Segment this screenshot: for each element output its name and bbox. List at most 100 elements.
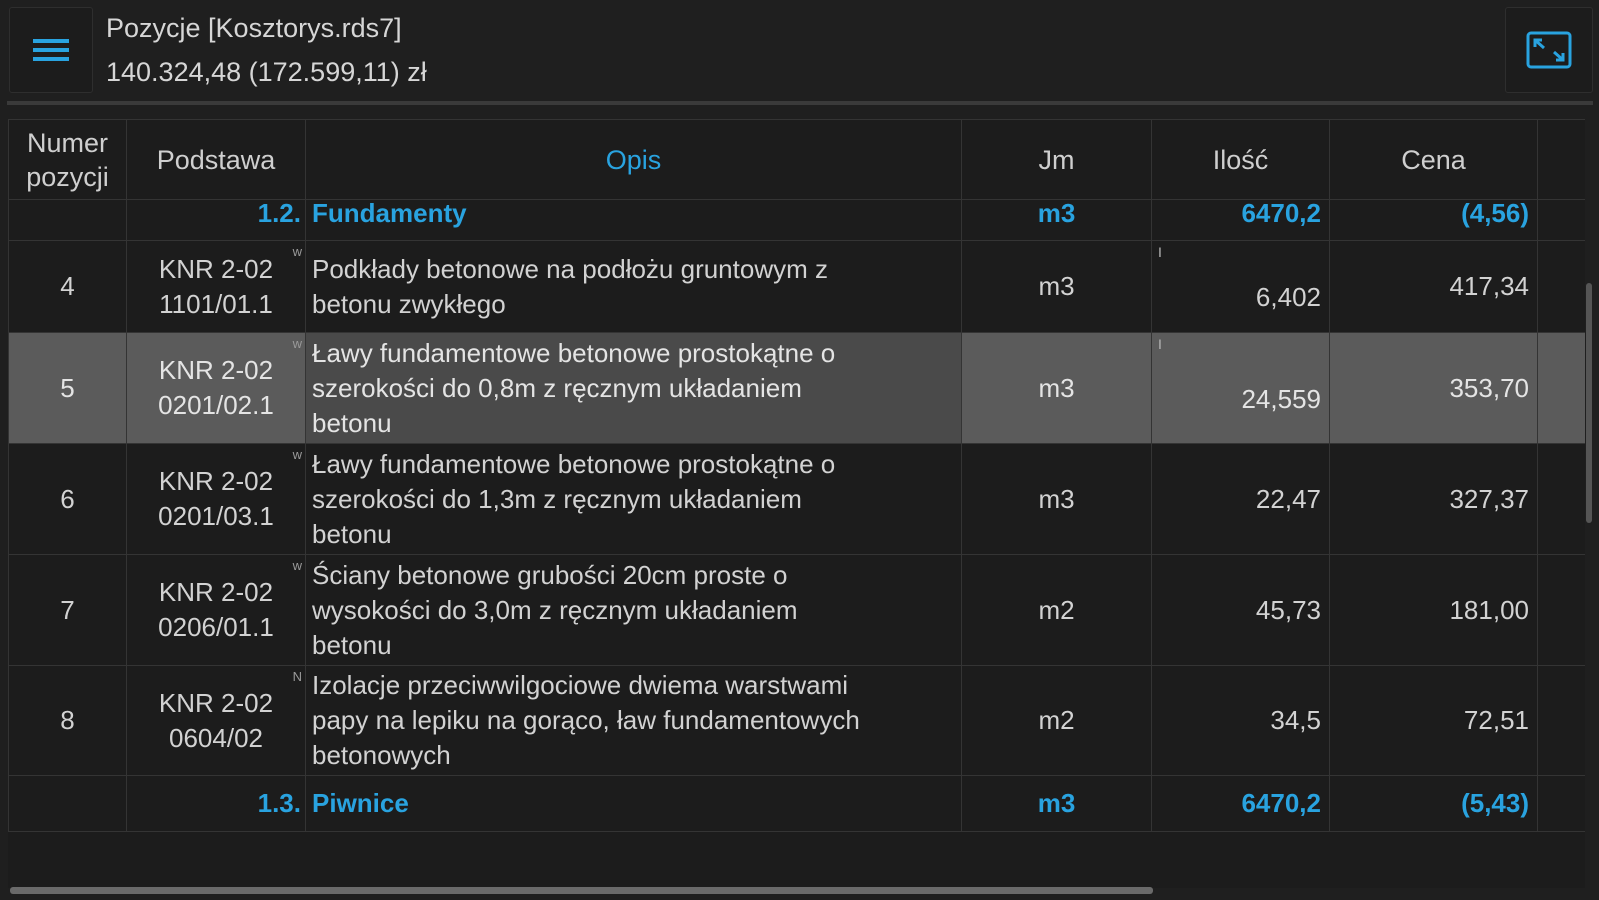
cell-description: Piwnice (305, 775, 962, 832)
cell-quantity: 34,5 (1151, 665, 1330, 776)
column-header-unit[interactable]: Jm (961, 119, 1152, 200)
cell-description: Podkłady betonowe na podłożu gruntowym z… (305, 240, 962, 333)
cell-number (8, 775, 127, 832)
base-line: KNR 2-02 (158, 253, 274, 284)
fullscreen-button[interactable] (1505, 7, 1593, 93)
base-line: 1101/01.1 (159, 288, 273, 319)
cell-price: 327,37 (1329, 443, 1538, 555)
fullscreen-icon (1526, 31, 1572, 69)
text-cursor-icon: I (1158, 336, 1162, 352)
text-cursor-icon: I (1158, 244, 1162, 260)
description-line: papy na lepiku na gorąco, ław fundamento… (312, 705, 860, 735)
cell-base: KNR 2-02 0201/03.1 w (126, 443, 306, 555)
position-type-tag: w (292, 244, 302, 259)
cell-number: 4 (8, 240, 127, 333)
cell-number: 8 (8, 665, 127, 776)
base-line: 0201/03.1 (158, 501, 274, 531)
base-line: 0201/02.1 (158, 390, 274, 420)
column-header-quantity[interactable]: Ilość (1151, 119, 1330, 200)
document-title: Pozycje [Kosztorys.rds7] (106, 13, 402, 43)
column-header-price[interactable]: Cena (1329, 119, 1538, 200)
position-type-tag: w (292, 336, 302, 351)
description-line: betonu (312, 407, 392, 438)
cell-base: KNR 2-02 0201/02.1 w (126, 332, 306, 444)
column-header-base[interactable]: Podstawa (126, 119, 306, 200)
cell-unit: m3 (961, 775, 1152, 832)
cell-quantity: 45,73 (1151, 554, 1330, 666)
description-line: betonu zwykłego (312, 288, 506, 319)
cell-unit: m3 (961, 240, 1152, 333)
cell-quantity: I 24,559 (1151, 332, 1330, 444)
table-row[interactable]: 6 KNR 2-02 0201/03.1 w Ławy fundamentowe bet… (8, 443, 1585, 555)
base-line: 0604/02 (169, 722, 263, 753)
description-line: Podkłady betonowe na podłożu gruntowym z (312, 253, 828, 284)
base-line: KNR 2-02 (158, 577, 274, 607)
cell-filler (1537, 554, 1585, 666)
description-line: Izolacje przeciwwilgociowe dwiema warstw… (312, 670, 849, 700)
cell-description: Ławy fundamentowe betonowe prostokątne o… (305, 443, 962, 555)
horizontal-scrollbar[interactable] (10, 887, 1153, 894)
position-type-tag: w (292, 447, 302, 462)
cell-base: 1.3. (126, 775, 306, 832)
cell-description: Ściany betonowe grubości 20cm proste o wy… (305, 554, 962, 666)
base-line: KNR 2-02 (158, 687, 274, 718)
cell-unit: m3 (961, 443, 1152, 555)
table-row[interactable]: 7 KNR 2-02 0206/01.1 w Ściany betonowe grubo… (8, 554, 1585, 666)
cell-filler (1537, 665, 1585, 776)
group-row[interactable]: 1.3. Piwnice m3 6470,2 (5,43) (8, 775, 1585, 832)
cell-unit: m2 (961, 554, 1152, 666)
base-line: KNR 2-02 (158, 355, 274, 385)
hamburger-menu-icon (33, 39, 69, 61)
cell-number: 7 (8, 554, 127, 666)
cell-unit: m2 (961, 665, 1152, 776)
table-row[interactable]: 5 KNR 2-02 0201/02.1 w Ławy fundamentowe bet… (8, 332, 1585, 444)
cell-price: 72,51 (1329, 665, 1538, 776)
base-line: KNR 2-02 (158, 466, 274, 496)
cell-price: 353,70 (1329, 332, 1538, 444)
cell-price: 181,00 (1329, 554, 1538, 666)
quantity-value: 24,559 (1241, 383, 1321, 414)
cell-number: 6 (8, 443, 127, 555)
vertical-scrollbar[interactable] (1586, 283, 1592, 523)
column-header-description[interactable]: Opis (305, 119, 962, 200)
description-line: betonowych (312, 740, 451, 770)
cell-price: 417,34 (1329, 240, 1538, 333)
description-line: szerokości do 1,3m z ręcznym układaniem (312, 483, 802, 514)
description-line: Ławy fundamentowe betonowe prostokątne o (312, 337, 836, 368)
cell-filler (1537, 240, 1585, 333)
position-type-tag: N (292, 669, 302, 684)
column-header-filler (1537, 119, 1585, 200)
grid-body: 3KJKalkulacja jednostkowa - transport ma… (8, 119, 1585, 832)
description-line: betonu (312, 518, 392, 549)
menu-button[interactable] (9, 7, 93, 93)
description-line: Ławy fundamentowe betonowe prostokątne o (312, 448, 836, 479)
cell-number: 5 (8, 332, 127, 444)
cell-base: KNR 2-02 0206/01.1 w (126, 554, 306, 666)
table-row[interactable]: 8 KNR 2-02 0604/02 N Izolacje przeciwwilgoci… (8, 665, 1585, 776)
title-bar: Pozycje [Kosztorys.rds7] 140.324,48 (172… (0, 0, 1599, 105)
description-line: Ściany betonowe grubości 20cm proste o (312, 559, 788, 590)
grid-header: Numer pozycji Podstawa Opis Jm Ilość Cen… (8, 119, 1585, 200)
cell-quantity: I 6,402 (1151, 240, 1330, 333)
cell-description: Izolacje przeciwwilgociowe dwiema warstw… (305, 665, 962, 776)
cell-quantity: 6470,2 (1151, 775, 1330, 832)
positions-grid[interactable]: 3KJKalkulacja jednostkowa - transport ma… (8, 119, 1585, 888)
description-line: szerokości do 0,8m z ręcznym układaniem (312, 372, 802, 403)
table-row[interactable]: 4 KNR 2-02 1101/01.1 w Podkłady betonowe na … (8, 240, 1585, 333)
cell-unit: m3 (961, 332, 1152, 444)
header-divider (7, 101, 1593, 105)
cell-filler (1537, 443, 1585, 555)
description-line: wysokości do 3,0m z ręcznym układaniem (312, 594, 798, 625)
cell-filler (1537, 332, 1585, 444)
base-line: 0206/01.1 (158, 612, 274, 642)
position-type-tag: w (292, 558, 302, 573)
description-line: betonu (312, 629, 392, 660)
cell-description: Ławy fundamentowe betonowe prostokątne o… (305, 332, 962, 444)
cell-quantity: 22,47 (1151, 443, 1330, 555)
quantity-value: 6,402 (1255, 282, 1321, 312)
cell-base: KNR 2-02 0604/02 N (126, 665, 306, 776)
cell-price: (5,43) (1329, 775, 1538, 832)
estimate-total: 140.324,48 (172.599,11) zł (106, 57, 427, 87)
cell-base: KNR 2-02 1101/01.1 w (126, 240, 306, 333)
column-header-number[interactable]: Numer pozycji (8, 119, 127, 200)
